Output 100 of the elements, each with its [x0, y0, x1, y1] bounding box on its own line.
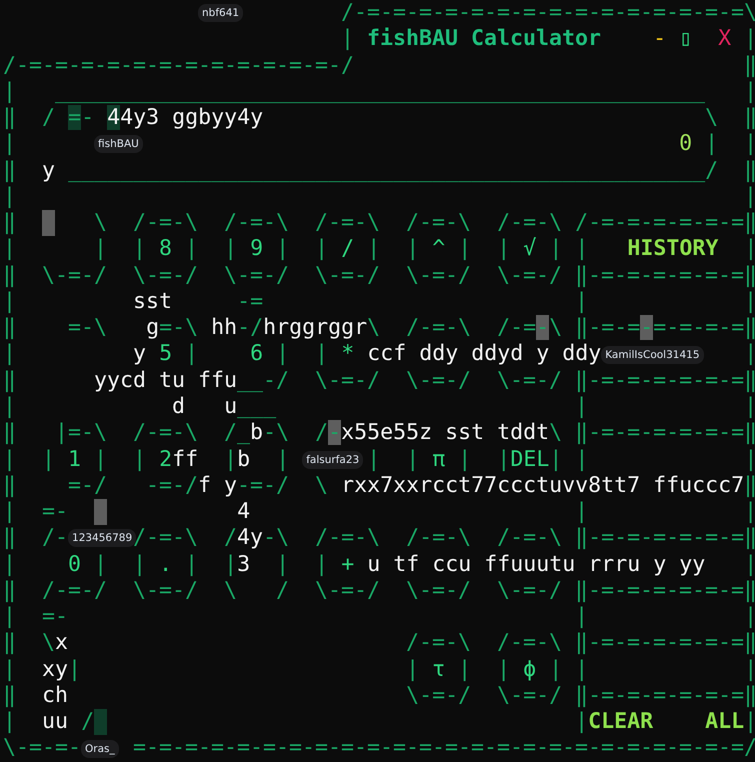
ascii-frame: /-=-=-=-=-=-=-=-=-=-=-=-=-/ — [3, 52, 354, 78]
calculator-key[interactable]: 1 — [68, 446, 82, 472]
typed-text: 4y3 ggbyy4y — [120, 105, 264, 130]
ascii-frame: ‖ \-=-/ \-=-/ \-=-/ \-=-/ \-=-/ \-=-/ ‖-=-=-=-=-=-=‖ — [3, 262, 755, 288]
calculator-key[interactable]: + — [341, 552, 354, 577]
user-tag: falsurfa23 — [302, 450, 364, 469]
calculator-key[interactable]: 9 — [250, 236, 264, 262]
ascii-frame: | | — [575, 394, 755, 419]
ascii-frame: | — [3, 656, 16, 682]
ascii-frame: | — [68, 656, 82, 682]
ascii-frame: ‖ — [744, 105, 755, 130]
calculator-key[interactable]: 8 — [159, 236, 172, 262]
typed-text: 4y — [237, 525, 264, 550]
ascii-frame: | — [744, 26, 755, 52]
close-button[interactable]: X — [718, 26, 732, 52]
ascii-frame: | | — [276, 236, 328, 262]
ascii-frame: | | — [94, 552, 146, 577]
typed-text: hrggrggr — [263, 315, 368, 340]
user-tag: Oras_ — [81, 740, 119, 758]
ascii-frame: ‖ /-=-/ \-=-/ \ / \-=-/ \-=-/ \-=-/ ‖-=-=-=-=-=-=‖ — [3, 578, 755, 603]
typed-text: y — [42, 158, 56, 183]
ascii-frame: ‖ — [3, 158, 16, 183]
ascii-frame: | | — [185, 552, 238, 577]
ascii-frame: / — [42, 105, 56, 130]
ascii-frame: | — [3, 394, 16, 419]
calculator-key[interactable]: 0 — [68, 552, 82, 577]
ascii-frame: | | — [458, 446, 510, 472]
typed-text: uu — [42, 709, 68, 734]
ascii-frame: -\ / — [263, 420, 328, 446]
display-value: 0 — [679, 131, 692, 156]
ascii-frame: =- — [42, 604, 68, 630]
ascii-frame: ‖ /- — [3, 525, 68, 550]
ascii-frame: | | — [705, 131, 755, 156]
maximize-button[interactable]: ▯ — [679, 26, 692, 52]
ascii-frame: - — [328, 420, 342, 446]
ascii-frame: ‖ — [3, 105, 16, 130]
ascii-frame: ‖ — [744, 158, 755, 183]
typed-text: d — [172, 394, 186, 419]
ascii-frame: \ ‖-=-= — [549, 315, 640, 340]
ascii-frame: ‖ \ — [3, 630, 56, 656]
calculator-key[interactable]: π — [432, 446, 446, 472]
ascii-frame: | — [3, 499, 16, 524]
ascii-frame: ___ — [237, 394, 276, 419]
ascii-frame: | — [3, 78, 16, 104]
ascii-frame: =-=-=-=‖ — [653, 315, 755, 340]
calculator-key[interactable]: 2 — [159, 446, 172, 472]
ascii-frame: ‖ — [744, 472, 755, 498]
typed-text: ccf ddy ddyd y ddy — [367, 341, 602, 366]
typed-text: b — [237, 446, 250, 472]
ascii-frame: | | — [367, 236, 420, 262]
ascii-frame: | — [3, 341, 16, 366]
ascii-frame: -= — [237, 288, 264, 314]
ascii-frame: | | — [549, 446, 588, 472]
ascii-frame: | — [406, 656, 420, 682]
calculator-key[interactable]: ^ — [432, 236, 446, 262]
ascii-frame: - — [640, 315, 654, 340]
user-tag: fishBAU — [94, 135, 143, 154]
ascii-frame: | | — [276, 341, 328, 366]
ascii-frame: | — [744, 78, 755, 104]
calculator-key[interactable]: ϕ — [523, 656, 536, 682]
ascii-frame: | | — [3, 446, 56, 472]
ascii-frame: ‖ — [3, 210, 16, 236]
typed-text: sst — [133, 288, 172, 314]
ascii-frame: /-=-\ /-=-\ ‖-=-=-=-=-=-=‖ — [406, 630, 755, 656]
calculator-key[interactable]: 5 — [159, 341, 172, 366]
typed-text: x55e55z sst tddt — [341, 420, 550, 446]
ascii-frame: | — [575, 709, 588, 734]
ascii-frame: | — [341, 26, 354, 52]
ascii-frame: \ — [705, 105, 718, 130]
ascii-frame: | | | — [3, 236, 146, 262]
typed-text: f y — [198, 472, 238, 498]
typed-text: 4 — [107, 105, 120, 130]
ascii-frame: = — [68, 105, 82, 130]
calculator-key[interactable]: . — [159, 552, 172, 577]
ascii-frame: | | — [458, 656, 510, 682]
ascii-frame: | — [744, 184, 755, 209]
ascii-frame: ‖ — [3, 682, 16, 708]
ascii-frame: ‖ =-/ -=-/ — [3, 472, 198, 498]
calculator-key[interactable]: τ — [432, 656, 446, 682]
calculator-key[interactable]: / — [341, 236, 354, 262]
calculator-key[interactable]: √ — [523, 236, 536, 262]
user-tag: KamilIsCool31415 — [601, 346, 704, 364]
ascii-frame: | — [3, 184, 16, 209]
ascii-frame: -\ /-=-\ /-=-\ /-=-\ ‖-=-=-=-=-=-=‖ — [263, 525, 755, 550]
clear-all-button[interactable]: CLEAR ALL — [588, 709, 744, 734]
ascii-frame: =-\ — [159, 315, 198, 340]
typed-text: 4 — [237, 499, 250, 524]
text-cursor — [94, 499, 108, 526]
calculator-key[interactable]: 6 — [250, 341, 264, 366]
ascii-frame: | | — [276, 552, 328, 577]
typed-text: hh — [211, 315, 238, 340]
ascii-frame: -=-/ \ — [237, 472, 328, 498]
minimize-button[interactable]: - — [653, 26, 666, 52]
ascii-frame: __-/ \-=-/ \-=-/ \-=-/ ‖-=-=-=-=-=-=‖ — [237, 368, 755, 393]
calculator-key[interactable]: DEL — [510, 446, 550, 472]
text-cursor — [42, 210, 56, 236]
ascii-frame: __________________________________________________ — [55, 78, 706, 104]
calculator-key[interactable]: * — [341, 341, 354, 366]
ascii-frame: | — [744, 709, 755, 734]
ascii-frame: | — [3, 288, 16, 314]
